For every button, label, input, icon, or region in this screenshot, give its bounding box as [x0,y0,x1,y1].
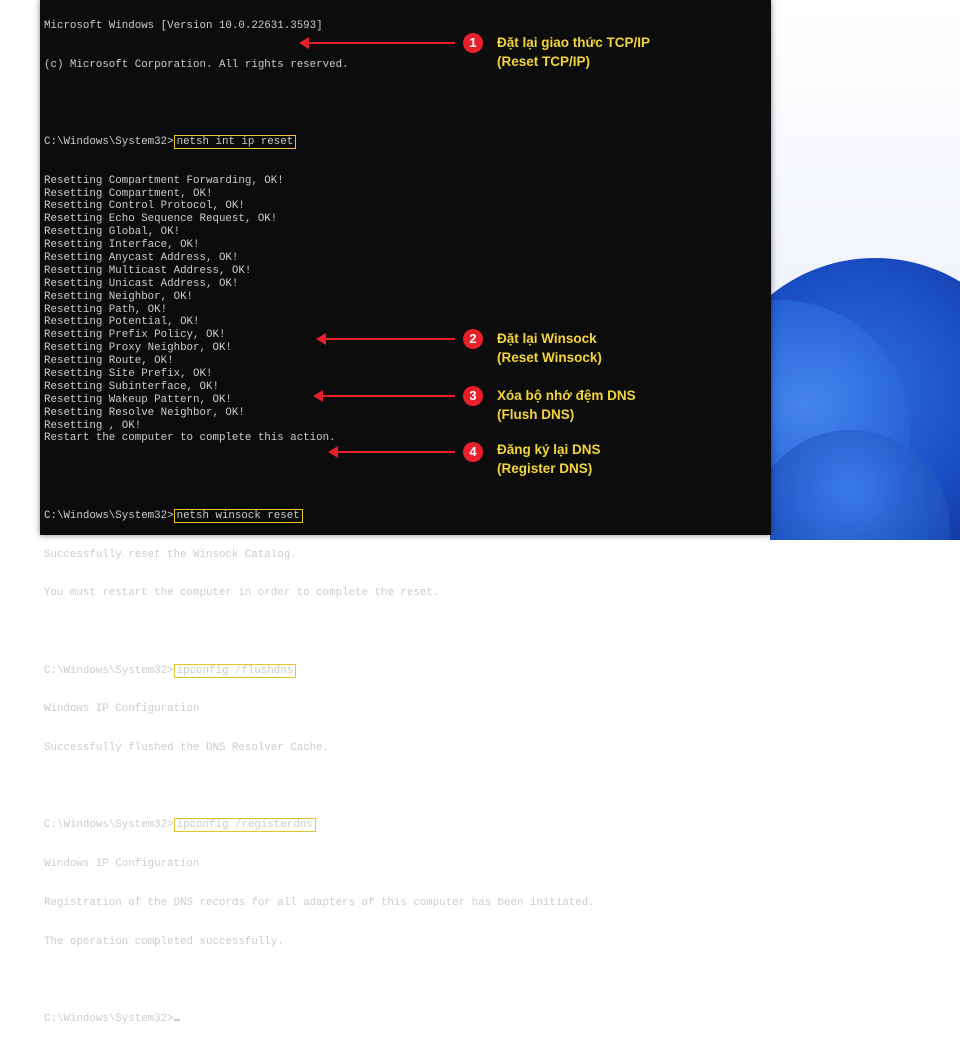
terminal-line: Resetting Potential, OK! [44,316,200,329]
terminal-line: Resetting Echo Sequence Request, OK! [44,213,278,226]
arrow-icon [299,37,455,49]
terminal-line: Resetting Interface, OK! [44,239,200,252]
terminal-line: Resetting Path, OK! [44,303,168,316]
arrow-icon [328,446,455,458]
command-netsh-int-ip-reset: netsh int ip reset [173,134,297,149]
prompt-line-3: C:\Windows\System32> ipconfig /flushdns [44,663,595,678]
terminal-line: Successfully reset the Winsock Catalog. [44,548,297,561]
terminal-line: Resetting Control Protocol, OK! [44,200,245,213]
prompt-line-4: C:\Windows\System32> ipconfig /registerdn… [44,818,595,833]
terminal-line: You must restart the computer in order t… [44,587,440,600]
annotation-1-title: Đặt lại giao thức TCP/IP [497,35,651,50]
annotation-3-subtitle: (Flush DNS) [497,407,575,422]
terminal-line: Resetting Unicast Address, OK! [44,277,239,290]
prompt: C:\Windows\System32> [44,135,174,148]
terminal-line: Resetting Anycast Address, OK! [44,251,239,264]
terminal-line: Resetting Neighbor, OK! [44,290,194,303]
annotation-4-subtitle: (Register DNS) [497,461,593,476]
terminal-line: Resetting Multicast Address, OK! [44,264,252,277]
annotation-2-subtitle: (Reset Winsock) [497,350,602,365]
command-ipconfig-registerdns: ipconfig /registerdns [173,818,316,833]
terminal-line: Resetting Compartment Forwarding, OK! [44,174,284,187]
desktop-wallpaper [770,0,960,540]
command-ipconfig-flushdns: ipconfig /flushdns [173,663,297,678]
terminal-line: Resetting Global, OK! [44,226,181,239]
annotation-4-title: Đăng ký lại DNS [497,442,601,457]
command-prompt-window[interactable]: Microsoft Windows [Version 10.0.22631.35… [40,0,771,1025]
terminal-line: Windows IP Configuration [44,703,200,716]
prompt-line-current[interactable]: C:\Windows\System32> [44,1013,595,1026]
annotation-3-title: Xóa bộ nhớ đệm DNS [497,388,636,403]
step-badge-2: 2 [463,329,483,349]
step-badge-3: 3 [463,386,483,406]
terminal-line: The operation completed successfully. [44,935,284,948]
prompt: C:\Windows\System32> [44,664,174,677]
prompt: C:\Windows\System32> [44,819,174,832]
prompt-line-2: C:\Windows\System32> netsh winsock reset [44,508,595,523]
arrow-icon [316,333,455,345]
prompt: C:\Windows\System32> [44,509,174,522]
annotation-2-title: Đặt lại Winsock [497,331,597,346]
annotation-1-subtitle: (Reset TCP/IP) [497,54,591,69]
terminal-line: Registration of the DNS records for all … [44,896,595,909]
prompt: C:\Windows\System32> [44,1012,174,1025]
terminal-line: Windows IP Configuration [44,858,200,871]
terminal-line: Microsoft Windows [Version 10.0.22631.35… [44,19,323,32]
terminal-line: Successfully flushed the DNS Resolver Ca… [44,742,330,755]
prompt-line-1: C:\Windows\System32> netsh int ip reset [44,134,595,149]
terminal-output: Microsoft Windows [Version 10.0.22631.35… [44,0,595,1052]
terminal-line: Resetting Compartment, OK! [44,187,213,200]
terminal-line: Resetting Site Prefix, OK! [44,367,213,380]
step-badge-1: 1 [463,33,483,53]
text-cursor [173,1018,180,1021]
command-netsh-winsock-reset: netsh winsock reset [173,508,303,523]
arrow-icon [313,390,455,402]
step-badge-4: 4 [463,442,483,462]
